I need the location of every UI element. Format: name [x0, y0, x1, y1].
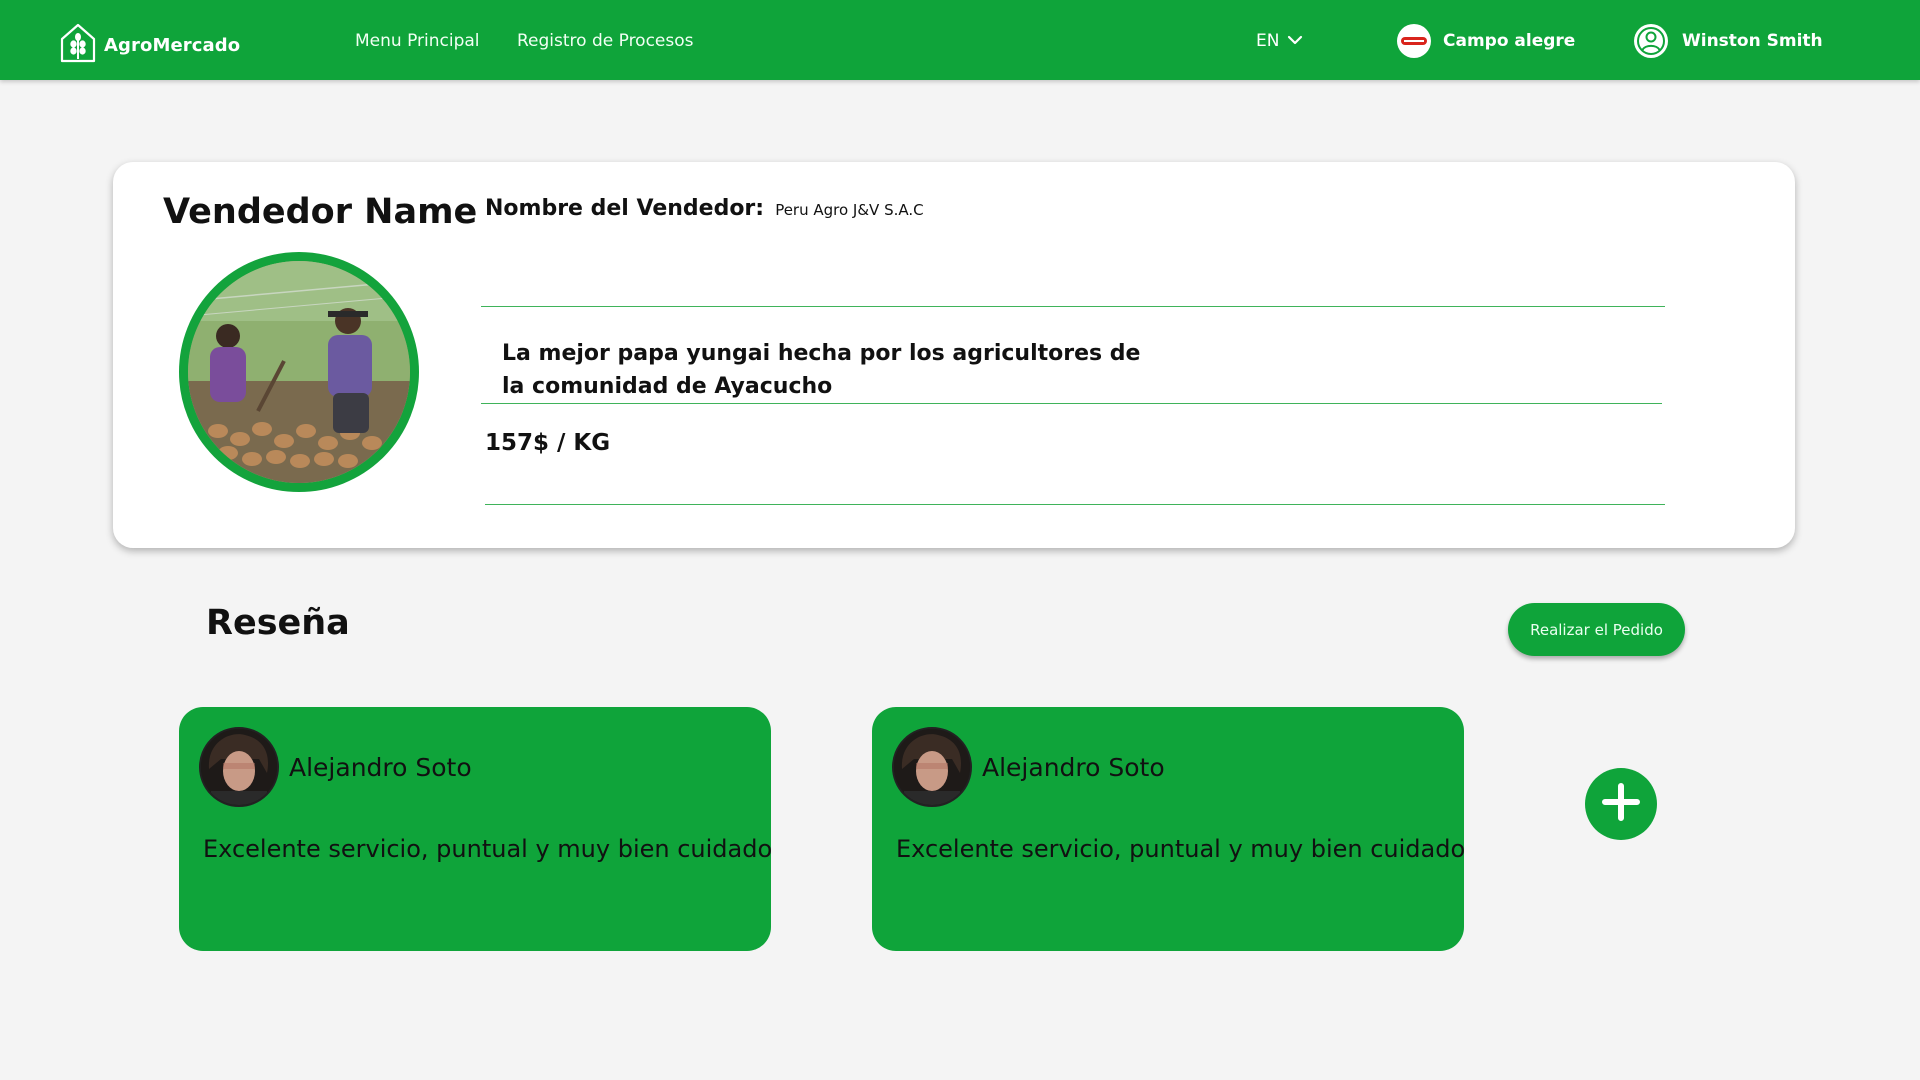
review-author: Alejandro Soto — [289, 753, 472, 782]
review-author: Alejandro Soto — [982, 753, 1165, 782]
top-navigation-bar: AgroMercado Menu Principal Registro de P… — [0, 0, 1920, 80]
user-name: Winston Smith — [1682, 31, 1823, 51]
divider — [485, 504, 1665, 505]
place-order-button[interactable]: Realizar el Pedido — [1508, 603, 1685, 656]
brand-logo[interactable]: AgroMercado — [58, 21, 240, 69]
divider — [481, 306, 1665, 307]
review-card: Alejandro Soto Excelente servicio, puntu… — [179, 707, 773, 951]
language-label: EN — [1256, 31, 1280, 51]
vendor-card: Vendedor Name Nombre del Vendedor: Peru … — [113, 162, 1795, 548]
language-selector[interactable]: EN — [1256, 31, 1303, 51]
review-card: Alejandro Soto Excelente servicio, puntu… — [872, 707, 1466, 951]
farm-selector[interactable]: Campo alegre — [1397, 24, 1575, 58]
vendor-description: La mejor papa yungai hecha por los agric… — [502, 341, 1141, 399]
vendor-name-value: Peru Agro J&V S.A.C — [775, 201, 924, 219]
review-text: Excelente servicio, puntual y muy bien c… — [203, 835, 773, 863]
vendor-name-row: Nombre del Vendedor: Peru Agro J&V S.A.C — [485, 196, 924, 221]
vendor-price: 157$ / KG — [485, 430, 611, 456]
avatar — [892, 727, 972, 807]
user-circle-icon — [1634, 24, 1668, 58]
chevron-down-icon — [1287, 31, 1303, 51]
nav-menu-principal[interactable]: Menu Principal — [355, 31, 480, 51]
vendor-photo — [179, 252, 419, 492]
avatar — [199, 727, 279, 807]
nav-registro-procesos[interactable]: Registro de Procesos — [517, 31, 694, 51]
farm-logo-icon — [1397, 24, 1431, 58]
logo-leaf-house-icon — [58, 21, 98, 69]
plus-icon — [1599, 780, 1643, 828]
user-menu[interactable]: Winston Smith — [1634, 24, 1823, 58]
brand-name: AgroMercado — [104, 34, 241, 56]
farm-name: Campo alegre — [1443, 31, 1576, 51]
vendor-name-label: Nombre del Vendedor: — [485, 196, 765, 221]
review-text: Excelente servicio, puntual y muy bien c… — [896, 835, 1466, 863]
add-review-button[interactable] — [1585, 768, 1657, 840]
divider — [481, 403, 1662, 404]
reviews-title: Reseña — [206, 603, 350, 643]
vendor-title: Vendedor Name — [163, 192, 478, 232]
